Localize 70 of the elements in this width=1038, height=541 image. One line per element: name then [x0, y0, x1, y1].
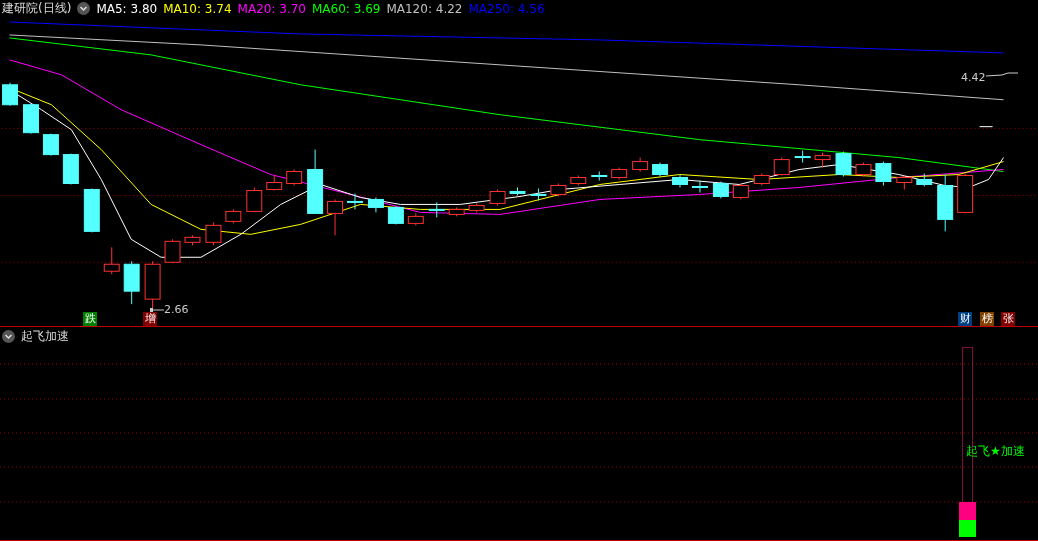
- candlestick: [611, 167, 628, 180]
- event-badge[interactable]: 张: [1001, 312, 1015, 326]
- candlestick: [184, 234, 201, 246]
- low-price-label: 2.66: [164, 303, 189, 316]
- candlestick: [23, 103, 39, 135]
- candlestick: [2, 82, 19, 107]
- candlestick: [591, 170, 608, 181]
- candlestick: [266, 174, 283, 191]
- candlestick: [407, 212, 424, 226]
- candlestick: [225, 208, 242, 224]
- high-price-label: 4.42: [961, 71, 986, 84]
- candlestick: [367, 196, 384, 213]
- candlestick: [550, 182, 567, 197]
- candlestick: [468, 202, 485, 213]
- candlestick: [530, 187, 547, 201]
- candlestick: [835, 151, 852, 177]
- moving-average-label: MA250: 4.56: [468, 1, 545, 16]
- event-badge[interactable]: 增: [143, 312, 157, 326]
- candlestick: [753, 172, 770, 186]
- candlestick: [205, 221, 222, 246]
- candlestick: [286, 169, 303, 186]
- event-badge[interactable]: 榜: [980, 312, 994, 326]
- candlestick: [164, 238, 181, 264]
- candlestick: [814, 152, 831, 168]
- candlestick: [896, 174, 913, 190]
- candlestick: [489, 188, 506, 206]
- event-badge[interactable]: 跌: [83, 312, 97, 326]
- candlestick: [794, 150, 811, 163]
- candlestick: [957, 172, 974, 214]
- indicator-title: 起飞加速: [21, 327, 69, 345]
- candlestick: [448, 206, 465, 217]
- arrow-icon: [150, 307, 164, 313]
- candlestick: [327, 198, 344, 236]
- candlestick: [246, 186, 263, 213]
- candlestick: [347, 192, 363, 210]
- candlestick: [652, 162, 669, 177]
- candlestick: [732, 182, 749, 200]
- event-badge[interactable]: 财: [958, 312, 972, 326]
- candlestick: [875, 161, 892, 186]
- price-marker: [979, 126, 994, 128]
- candlestick: [632, 157, 649, 172]
- candlestick: [691, 179, 708, 193]
- moving-average-label: MA60: 3.69: [312, 1, 381, 16]
- moving-average-label: MA120: 4.22: [386, 1, 463, 16]
- candlestick: [855, 162, 872, 177]
- candlestick: [916, 172, 933, 187]
- moving-average-label: MA20: 3.70: [237, 1, 306, 16]
- candlestick: [937, 173, 954, 232]
- candlestick: [672, 173, 688, 188]
- candlestick: [123, 260, 140, 305]
- candlestick: [144, 260, 161, 310]
- indicator-bar: [959, 520, 976, 537]
- chart-title: 建研院(日线): [2, 0, 72, 18]
- dropdown-icon[interactable]: [2, 329, 15, 343]
- dropdown-icon[interactable]: [77, 2, 91, 16]
- candlestick: [387, 205, 404, 225]
- signal-label: 起飞★加速: [966, 443, 1025, 460]
- moving-average-label: MA10: 3.74: [163, 1, 232, 16]
- candlestick: [83, 187, 100, 233]
- moving-average-label: MA5: 3.80: [96, 1, 158, 16]
- candlestick: [103, 246, 120, 275]
- candlestick: [773, 157, 790, 176]
- candlestick: [62, 153, 79, 185]
- candlestick: [307, 149, 324, 214]
- candlestick: [570, 174, 587, 186]
- candlestick: [42, 133, 59, 156]
- candlestick: [428, 201, 445, 218]
- candlestick: [509, 186, 526, 196]
- candlestick: [712, 180, 729, 199]
- indicator-bar: [959, 502, 976, 520]
